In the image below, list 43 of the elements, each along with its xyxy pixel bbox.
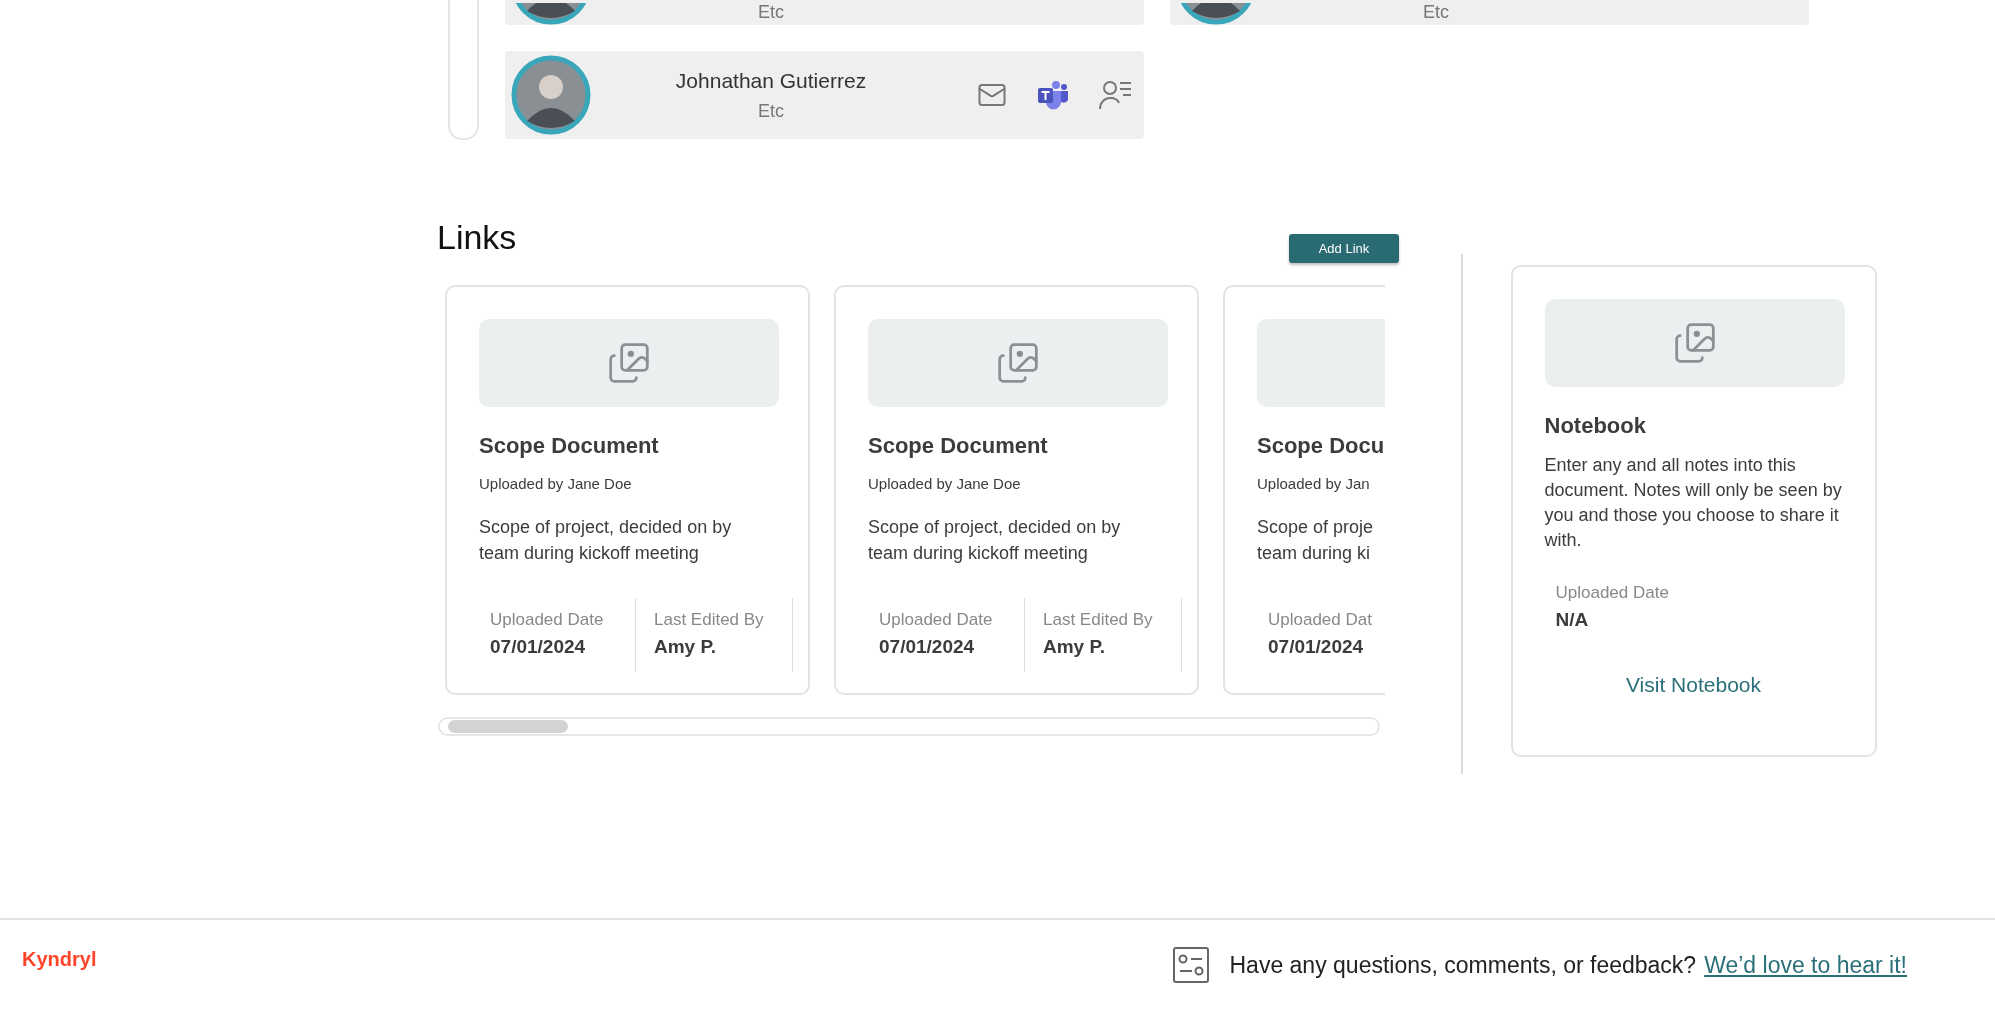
- contact-list-icon[interactable]: [1099, 79, 1133, 111]
- feedback-icon: [1171, 946, 1210, 984]
- contact-role: Etc: [758, 100, 784, 122]
- meta-value: Amy P.: [654, 636, 717, 658]
- feedback-text: Have any questions, comments, or feedback?: [1229, 951, 1697, 979]
- contact-role: Etc: [1423, 2, 1449, 22]
- meta-value: 07/01/2024: [490, 636, 587, 658]
- uploader-text: Uploaded by Jane Doe: [479, 475, 633, 492]
- meta-value: Amy P.: [1043, 636, 1106, 658]
- meta-label: Last Edited By: [654, 610, 765, 630]
- meta-label: Uploaded Date: [1555, 583, 1670, 603]
- card-title: Scope Document: [479, 433, 660, 459]
- uploader-text: Uploaded by Jan: [1257, 475, 1371, 492]
- visit-notebook-link[interactable]: Visit Notebook: [1626, 673, 1761, 697]
- notebook-description: Enter any and all notes into this document. Notes will only be seen by you and those you choose to share it with.: [1544, 454, 1843, 552]
- link-card[interactable]: Scope Document Uploaded by Jane Doe Scope of project, decided on by team during kickoff meeting Uploaded Date 07/01/2024 Last Edited By Amy P.: [834, 285, 1199, 695]
- meta-value: 07/01/2024: [1268, 636, 1365, 658]
- card-description: Scope of project, decided on by team during kickoff meeting: [868, 516, 1122, 565]
- card-title: Scope Docu: [1257, 433, 1385, 459]
- card-description: Scope of project, decided on by team during kickoff meeting: [479, 516, 733, 565]
- image-icon: [1672, 321, 1717, 365]
- image-icon: [607, 341, 651, 385]
- add-link-button[interactable]: Add Link: [1289, 234, 1399, 263]
- link-card[interactable]: Scope Document Uploaded by Jane Doe Scope of project, decided on by team during kickoff meeting Uploaded Date 07/01/2024 Last Edited By Amy P.: [445, 285, 810, 695]
- link-card[interactable]: Scope Docu Uploaded by Jan Scope of proje team during ki Uploaded Dat 07/01/2024: [1223, 285, 1385, 695]
- meta-value: 07/01/2024: [879, 636, 976, 658]
- meta-label: Uploaded Dat: [1268, 610, 1373, 630]
- teams-icon[interactable]: [1037, 80, 1069, 110]
- feedback-link[interactable]: We’d love to hear it!: [1704, 951, 1907, 979]
- card-description: Scope of proje team during ki: [1257, 516, 1375, 565]
- meta-value: N/A: [1555, 609, 1590, 631]
- meta-label: Uploaded Date: [490, 610, 605, 630]
- section-heading: Links: [437, 220, 517, 254]
- brand-logo[interactable]: Kyndryl: [22, 948, 97, 971]
- contact-role: Etc: [758, 2, 784, 22]
- contact-name: Johnathan Gutierrez: [675, 68, 867, 93]
- image-icon: [996, 341, 1040, 385]
- horizontal-scrollbar[interactable]: [438, 717, 1380, 737]
- meta-label: Uploaded Date: [879, 610, 994, 630]
- card-title: Scope Document: [868, 433, 1049, 459]
- uploader-text: Uploaded by Jane Doe: [868, 475, 1022, 492]
- card-title: Notebook: [1544, 413, 1647, 439]
- meta-label: Last Edited By: [1043, 610, 1154, 630]
